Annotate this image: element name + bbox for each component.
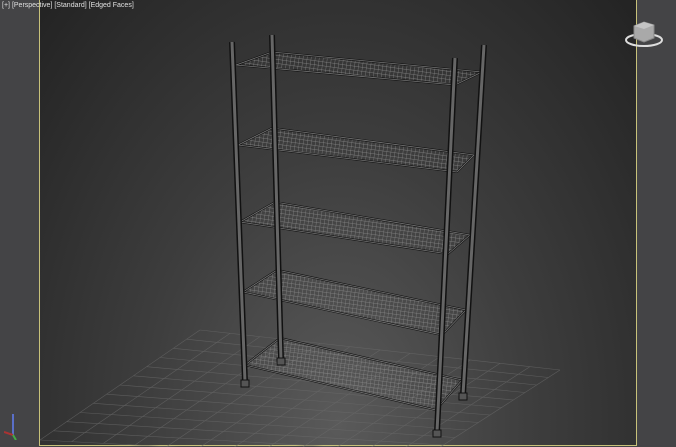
viewport-plus-menu[interactable]: [+] <box>2 2 10 9</box>
viewport-label-menu[interactable]: [+] [Perspective] [Standard] [Edged Face… <box>2 2 134 9</box>
axis-tripod-icon <box>4 414 17 440</box>
viewport-display-mode-menu[interactable]: [Edged Faces] <box>89 2 134 9</box>
wire-shelving-unit <box>229 34 487 438</box>
viewport-point-of-view-menu[interactable]: [Perspective] <box>12 2 52 9</box>
viewcube[interactable] <box>624 16 668 50</box>
wire-shelf <box>242 336 464 412</box>
scene-render <box>39 34 561 447</box>
viewport-shading-standard-menu[interactable]: [Standard] <box>54 2 86 9</box>
